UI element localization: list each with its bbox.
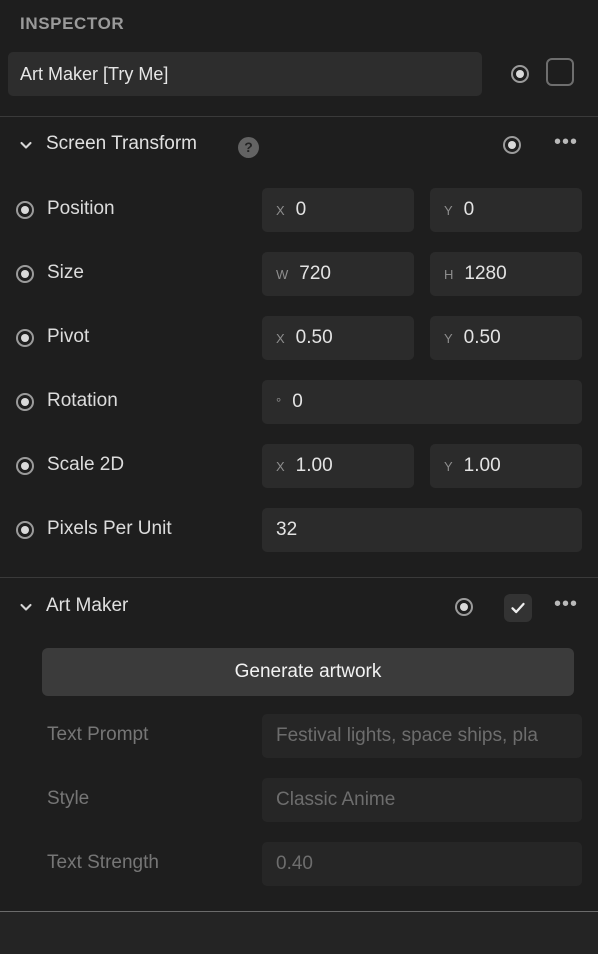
property-row-text-prompt: Text Prompt Festival lights, space ships…	[0, 714, 598, 758]
position-x-input[interactable]: X 0	[262, 188, 414, 232]
size-height-value: 1280	[464, 263, 507, 284]
size-width-input[interactable]: W 720	[262, 252, 414, 296]
record-radio-icon[interactable]	[16, 521, 34, 539]
scale-y-value: 1.00	[463, 455, 501, 476]
property-row-position: Position X 0 Y 0	[0, 188, 598, 232]
style-value: Classic Anime	[276, 789, 396, 810]
property-label-size: Size	[47, 262, 84, 283]
section-header-screen-transform[interactable]: Screen Transform ? •••	[0, 125, 598, 165]
record-radio-icon[interactable]	[16, 329, 34, 347]
field-prefix: °	[276, 394, 282, 410]
rotation-value: 0	[292, 391, 303, 412]
more-options-icon[interactable]: •••	[553, 594, 579, 618]
text-prompt-input[interactable]: Festival lights, space ships, pla	[262, 714, 582, 758]
property-label-rotation: Rotation	[47, 390, 118, 411]
enable-checkbox[interactable]	[546, 58, 574, 86]
size-width-value: 720	[299, 263, 331, 284]
help-question-icon[interactable]: ?	[238, 137, 259, 158]
section-title-screen-transform: Screen Transform	[46, 133, 197, 154]
property-label-pivot: Pivot	[47, 326, 90, 347]
scale-x-input[interactable]: X 1.00	[262, 444, 414, 488]
position-y-value: 0	[463, 199, 475, 220]
text-prompt-value: Festival lights, space ships, pla	[276, 725, 538, 746]
pixels-per-unit-value: 32	[276, 519, 298, 540]
rotation-input[interactable]: ° 0	[262, 380, 582, 424]
field-prefix: H	[444, 266, 454, 282]
field-prefix: X	[276, 330, 285, 346]
record-radio-icon[interactable]	[511, 65, 529, 83]
text-strength-value: 0.40	[276, 853, 313, 874]
art-maker-enable-checkbox[interactable]	[504, 594, 532, 622]
scale-x-value: 1.00	[295, 455, 333, 476]
property-row-text-strength: Text Strength 0.40	[0, 842, 598, 886]
property-row-scale-2d: Scale 2D X 1.00 Y 1.00	[0, 444, 598, 488]
property-label-text-strength: Text Strength	[47, 852, 159, 873]
page-title: INSPECTOR	[20, 14, 125, 33]
section-header-art-maker[interactable]: Art Maker •••	[0, 587, 598, 627]
position-y-input[interactable]: Y 0	[430, 188, 582, 232]
field-prefix: Y	[444, 458, 453, 474]
property-label-position: Position	[47, 198, 115, 219]
field-prefix: X	[276, 202, 285, 218]
field-prefix: Y	[444, 202, 453, 218]
chevron-down-icon[interactable]	[18, 137, 34, 153]
property-label-scale-2d: Scale 2D	[47, 454, 125, 475]
divider	[0, 116, 598, 117]
property-row-pixels-per-unit: Pixels Per Unit 32	[0, 508, 598, 552]
pivot-y-input[interactable]: Y 0.50	[430, 316, 582, 360]
size-height-input[interactable]: H 1280	[430, 252, 582, 296]
chevron-down-icon[interactable]	[18, 599, 34, 615]
property-row-pivot: Pivot X 0.50 Y 0.50	[0, 316, 598, 360]
property-label-pixels-per-unit: Pixels Per Unit	[47, 518, 172, 539]
section-title-art-maker: Art Maker	[46, 595, 129, 616]
position-x-value: 0	[295, 199, 307, 220]
object-name-value: Art Maker [Try Me]	[20, 63, 169, 84]
field-prefix: W	[276, 266, 289, 282]
more-options-icon[interactable]: •••	[553, 132, 579, 156]
pixels-per-unit-input[interactable]: 32	[262, 508, 582, 552]
scale-y-input[interactable]: Y 1.00	[430, 444, 582, 488]
record-radio-icon[interactable]	[16, 201, 34, 219]
pivot-x-input[interactable]: X 0.50	[262, 316, 414, 360]
field-prefix: Y	[444, 330, 453, 346]
property-row-rotation: Rotation ° 0	[0, 380, 598, 424]
bottom-panel	[0, 912, 598, 954]
record-radio-icon[interactable]	[455, 598, 473, 616]
text-strength-input[interactable]: 0.40	[262, 842, 582, 886]
record-radio-icon[interactable]	[16, 393, 34, 411]
object-name-input[interactable]: Art Maker [Try Me]	[8, 52, 482, 96]
pivot-x-value: 0.50	[295, 327, 333, 348]
checkmark-icon	[511, 602, 525, 614]
field-prefix: X	[276, 458, 285, 474]
record-radio-icon[interactable]	[16, 457, 34, 475]
record-radio-icon[interactable]	[503, 136, 521, 154]
object-name-row: Art Maker [Try Me]	[0, 52, 598, 96]
property-label-style: Style	[47, 788, 90, 809]
property-row-style: Style Classic Anime	[0, 778, 598, 822]
property-row-size: Size W 720 H 1280	[0, 252, 598, 296]
pivot-y-value: 0.50	[463, 327, 501, 348]
style-input[interactable]: Classic Anime	[262, 778, 582, 822]
generate-artwork-button[interactable]: Generate artwork	[42, 648, 574, 696]
record-radio-icon[interactable]	[16, 265, 34, 283]
divider	[0, 577, 598, 578]
property-label-text-prompt: Text Prompt	[47, 724, 149, 745]
inspector-panel: INSPECTOR Art Maker [Try Me] Screen Tran…	[0, 0, 598, 954]
